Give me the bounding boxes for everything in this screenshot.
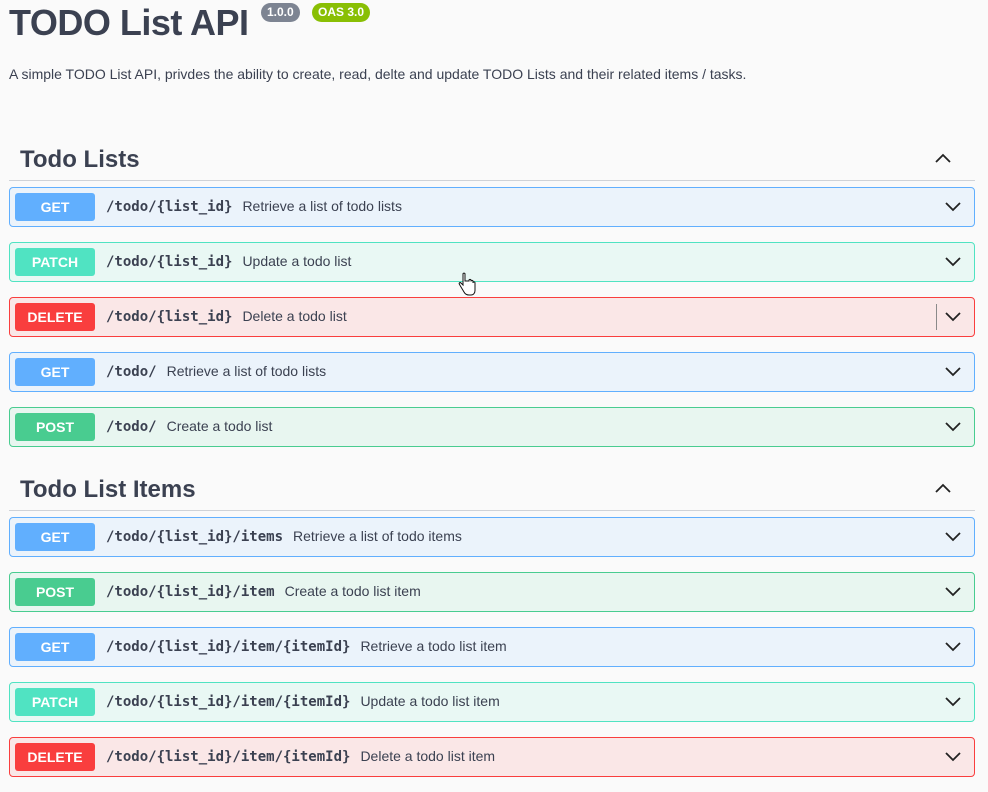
operation-path: /todo/{list_id} Delete a todo list — [106, 308, 347, 325]
oas-badge: OAS 3.0 — [312, 3, 371, 22]
operation-patch[interactable]: PATCH/todo/{list_id}/item/{itemId} Update… — [9, 682, 975, 722]
operation-path: /todo/{list_id} Retrieve a list of todo l… — [106, 198, 402, 215]
path-text: /todo/{list_id}/item/{itemId} — [106, 749, 351, 765]
operation-summary: Create a todo list item — [284, 583, 421, 599]
operation-get[interactable]: GET/todo/{list_id}/item/{itemId} Retrieve… — [9, 627, 975, 667]
operation-path: /todo/Retrieve a list of todo lists — [106, 363, 326, 380]
chevron-up-icon[interactable] — [933, 148, 953, 168]
operation-path: /todo/{list_id}/item/{itemId} Retrieve a … — [106, 638, 507, 655]
operation-summary: Create a todo list — [166, 418, 273, 434]
chevron-down-icon[interactable] — [944, 693, 962, 711]
api-description: A simple TODO List API, privdes the abil… — [9, 66, 747, 82]
operation-summary: Retrieve a list of todo lists — [166, 363, 327, 379]
operation-summary: Update a todo list item — [360, 693, 500, 709]
operation-patch[interactable]: PATCH/todo/{list_id} Update a todo list — [9, 242, 975, 282]
chevron-down-icon[interactable] — [944, 198, 962, 216]
version-badge: 1.0.0 — [261, 3, 300, 22]
section-title: Todo Lists — [20, 146, 140, 173]
operation-delete[interactable]: DELETE/todo/{list_id}/item/{itemId} Delet… — [9, 737, 975, 777]
operation-summary: Delete a todo list — [242, 308, 347, 324]
chevron-down-icon[interactable] — [944, 583, 962, 601]
path-text: /todo/{list_id}/item/{itemId} — [106, 694, 351, 710]
chevron-down-icon[interactable] — [944, 638, 962, 656]
operation-get[interactable]: GET/todo/{list_id} Retrieve a list of tod… — [9, 187, 975, 227]
method-badge: POST — [15, 578, 95, 606]
method-badge: GET — [15, 523, 95, 551]
operation-get[interactable]: GET/todo/{list_id}/items Retrieve a list … — [9, 517, 975, 557]
section-title: Todo List Items — [20, 476, 196, 503]
operation-summary: Retrieve a todo list item — [360, 638, 507, 654]
method-badge: PATCH — [15, 688, 95, 716]
section-header[interactable]: Todo Lists — [9, 134, 975, 181]
chevron-down-icon[interactable] — [944, 308, 962, 326]
path-text: /todo/{list_id} — [106, 309, 233, 325]
path-text: /todo/{list_id}/items — [106, 529, 284, 545]
path-text: /todo/{list_id}/item/{itemId} — [106, 639, 351, 655]
operation-get[interactable]: GET/todo/Retrieve a list of todo lists — [9, 352, 975, 392]
chevron-down-icon[interactable] — [944, 528, 962, 546]
method-badge: GET — [15, 358, 95, 386]
path-text: /todo/{list_id} — [106, 199, 233, 215]
method-badge: GET — [15, 633, 95, 661]
operation-summary: Delete a todo list item — [360, 748, 496, 764]
operation-summary: Retrieve a list of todo items — [293, 528, 462, 544]
section-todo-list-items: Todo List Items — [9, 464, 975, 511]
method-badge: GET — [15, 193, 95, 221]
operation-post[interactable]: POST/todo/{list_id}/item Create a todo li… — [9, 572, 975, 612]
path-text: /todo/ — [106, 364, 157, 380]
path-text: /todo/{list_id}/item — [106, 584, 275, 600]
operation-path: /todo/{list_id} Update a todo list — [106, 253, 351, 270]
operation-summary: Retrieve a list of todo lists — [242, 198, 402, 214]
operation-path: /todo/{list_id}/items Retrieve a list of … — [106, 528, 462, 545]
chevron-down-icon[interactable] — [944, 748, 962, 766]
section-todo-lists: Todo Lists — [9, 134, 975, 181]
path-text: /todo/{list_id} — [106, 254, 233, 270]
operation-path: /todo/Create a todo list — [106, 418, 272, 435]
method-badge: DELETE — [15, 303, 95, 331]
chevron-down-icon[interactable] — [944, 363, 962, 381]
operation-path: /todo/{list_id}/item/{itemId} Update a to… — [106, 693, 500, 710]
operation-path: /todo/{list_id}/item Create a todo list i… — [106, 583, 421, 600]
operation-path: /todo/{list_id}/item/{itemId} Delete a to… — [106, 748, 495, 765]
method-badge: PATCH — [15, 248, 95, 276]
operation-delete[interactable]: DELETE/todo/{list_id} Delete a todo list — [9, 297, 975, 337]
chevron-down-icon[interactable] — [944, 253, 962, 271]
operation-post[interactable]: POST/todo/Create a todo list — [9, 407, 975, 447]
method-badge: POST — [15, 413, 95, 441]
path-text: /todo/ — [106, 419, 157, 435]
method-badge: DELETE — [15, 743, 95, 771]
chevron-up-icon[interactable] — [933, 478, 953, 498]
operation-summary: Update a todo list — [242, 253, 352, 269]
api-title: TODO List API — [9, 2, 249, 43]
divider — [936, 304, 937, 330]
section-header[interactable]: Todo List Items — [9, 464, 975, 511]
chevron-down-icon[interactable] — [944, 418, 962, 436]
